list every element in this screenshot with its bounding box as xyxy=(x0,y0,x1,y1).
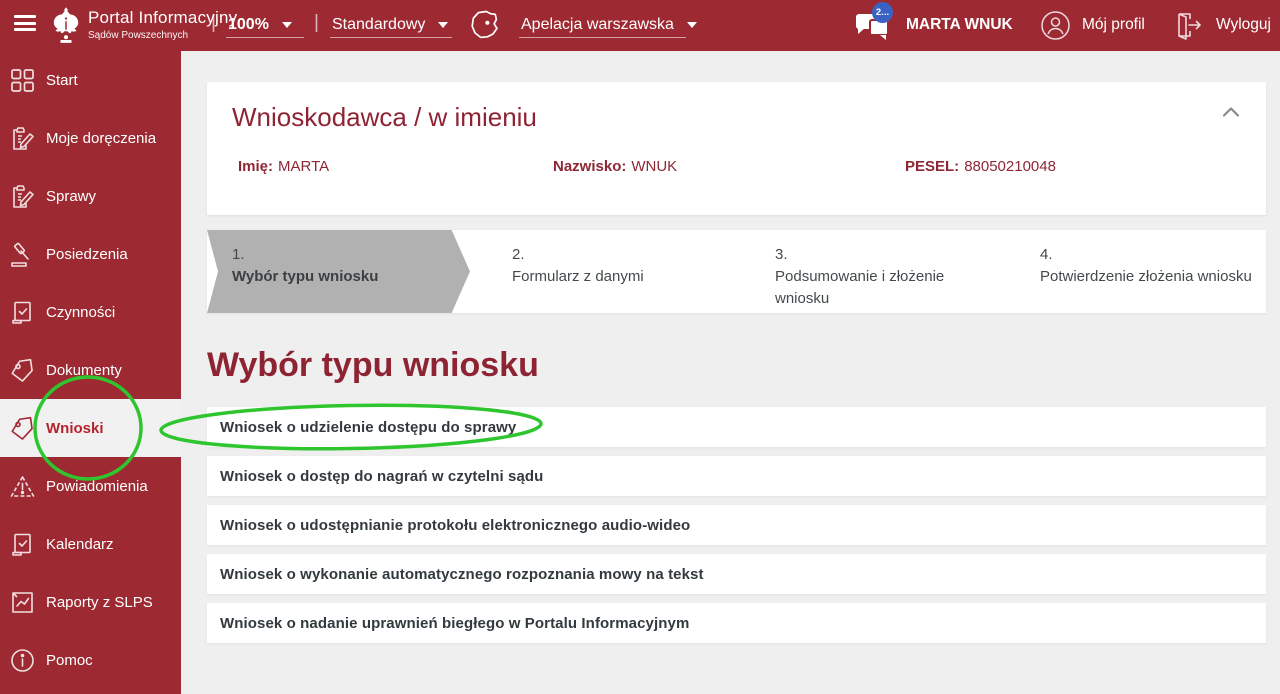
document-check-icon xyxy=(9,531,36,558)
option-wniosek-o-uprawnienia-bieglego[interactable]: Wniosek o nadanie uprawnień biegłego w P… xyxy=(207,603,1266,643)
wizard-step-2: 2. Formularz z danymi xyxy=(512,244,732,288)
wizard-steps: 1. Wybór typu wniosku 2. Formularz z dan… xyxy=(207,230,1266,313)
step-number: 2. xyxy=(512,244,732,266)
wizard-step-1: 1. Wybór typu wniosku xyxy=(232,244,452,288)
clipboard-pencil-icon xyxy=(9,183,36,210)
field-nazwisko: Nazwisko: WNUK xyxy=(553,158,677,175)
zoom-value: 100% xyxy=(228,16,269,34)
option-wniosek-o-udzielenie-dostepu-do-sprawy[interactable]: Wniosek o udzielenie dostępu do sprawy xyxy=(207,407,1266,447)
hamburger-menu-icon[interactable] xyxy=(14,15,36,31)
field-pesel: PESEL: 88050210048 xyxy=(905,158,1056,175)
sidebar-item-label: Posiedzenia xyxy=(46,246,128,263)
option-label: Wniosek o nadanie uprawnień biegłego w P… xyxy=(220,615,689,632)
wizard-step-4: 4. Potwierdzenie złożenia wniosku xyxy=(1040,244,1270,288)
tag-icon xyxy=(9,357,36,384)
sidebar-item-label: Sprawy xyxy=(46,188,96,205)
option-label: Wniosek o udzielenie dostępu do sprawy xyxy=(220,419,516,436)
option-label: Wniosek o udostępnianie protokołu elektr… xyxy=(220,517,690,534)
option-label: Wniosek o wykonanie automatycznego rozpo… xyxy=(220,566,704,583)
chevron-down-icon xyxy=(438,22,448,28)
sidebar-item-label: Powiadomienia xyxy=(46,478,148,495)
profile-icon xyxy=(1040,10,1071,41)
step-label: Potwierdzenie złożenia wniosku xyxy=(1040,268,1252,285)
sidebar-item-label: Czynności xyxy=(46,304,115,321)
info-circle-icon xyxy=(9,647,36,674)
tag-icon xyxy=(9,415,36,442)
profile-label: Mój profil xyxy=(1082,16,1145,34)
option-label: Wniosek o dostęp do nagrań w czytelni są… xyxy=(220,468,543,485)
gavel-icon xyxy=(9,241,36,268)
header-separator: | xyxy=(314,12,319,34)
header-separator: | xyxy=(211,12,216,34)
logout-icon xyxy=(1173,9,1205,41)
logout-button[interactable]: Wyloguj xyxy=(1173,6,1271,44)
profile-button[interactable]: Mój profil xyxy=(1040,6,1145,44)
clipboard-pencil-icon xyxy=(9,125,36,152)
sidebar-nav: Start Moje doręczenia Sprawy xyxy=(0,51,181,694)
sidebar-item-label: Wnioski xyxy=(46,420,104,437)
messages-icon: 2... xyxy=(856,8,894,42)
top-header: Portal Informacyjny Sądów Powszechnych |… xyxy=(0,0,1280,51)
region-value: Apelacja warszawska xyxy=(521,16,674,34)
chevron-down-icon xyxy=(687,22,697,28)
wizard-step-3: 3. Podsumowanie i złożenie wniosku xyxy=(775,244,955,310)
applicant-panel: Wnioskodawca / w imieniu Imię: MARTA Nazw… xyxy=(207,82,1266,215)
grid-icon xyxy=(9,67,36,94)
sidebar-item-posiedzenia[interactable]: Posiedzenia xyxy=(0,225,181,283)
chevron-down-icon xyxy=(282,22,292,28)
document-check-icon xyxy=(9,299,36,326)
sidebar-item-label: Pomoc xyxy=(46,652,93,669)
field-label: Nazwisko: xyxy=(553,158,626,175)
option-wniosek-o-udostepnianie-protokolu[interactable]: Wniosek o udostępnianie protokołu elektr… xyxy=(207,505,1266,545)
eagle-emblem-icon xyxy=(51,4,81,46)
step-number: 3. xyxy=(775,244,955,266)
field-value: WNUK xyxy=(631,158,677,175)
field-label: Imię: xyxy=(238,158,273,175)
messages-badge: 2... xyxy=(872,2,893,23)
logout-label: Wyloguj xyxy=(1216,16,1271,34)
warning-triangle-icon xyxy=(9,473,36,500)
sidebar-item-czynnosci[interactable]: Czynności xyxy=(0,283,181,341)
user-name: MARTA WNUK xyxy=(906,16,1013,34)
sidebar-item-label: Kalendarz xyxy=(46,536,114,553)
poland-map-icon xyxy=(466,7,502,43)
sidebar-item-moje-doreczenia[interactable]: Moje doręczenia xyxy=(0,109,181,167)
collapse-chevron-up-icon[interactable] xyxy=(1222,106,1240,118)
sidebar-item-raporty-z-slps[interactable]: Raporty z SLPS xyxy=(0,573,181,631)
sidebar-item-label: Raporty z SLPS xyxy=(46,594,153,611)
sidebar-item-kalendarz[interactable]: Kalendarz xyxy=(0,515,181,573)
option-wniosek-o-dostep-do-nagran[interactable]: Wniosek o dostęp do nagrań w czytelni są… xyxy=(207,456,1266,496)
region-dropdown[interactable]: Apelacja warszawska xyxy=(521,12,697,38)
step-label: Formularz z danymi xyxy=(512,268,644,285)
step-label: Podsumowanie i złożenie wniosku xyxy=(775,268,944,307)
option-wniosek-o-rozpoznanie-mowy[interactable]: Wniosek o wykonanie automatycznego rozpo… xyxy=(207,554,1266,594)
zoom-underline xyxy=(226,37,304,38)
field-imie: Imię: MARTA xyxy=(238,158,329,175)
sidebar-item-start[interactable]: Start xyxy=(0,51,181,109)
step-number: 1. xyxy=(232,244,452,266)
sidebar-item-sprawy[interactable]: Sprawy xyxy=(0,167,181,225)
chart-icon xyxy=(9,589,36,616)
step-label: Wybór typu wniosku xyxy=(232,268,378,285)
sidebar-item-powiadomienia[interactable]: Powiadomienia xyxy=(0,457,181,515)
sidebar-item-label: Start xyxy=(46,72,78,89)
contrast-underline xyxy=(330,37,452,38)
contrast-value: Standardowy xyxy=(332,16,425,34)
sidebar-item-pomoc[interactable]: Pomoc xyxy=(0,631,181,689)
page-title: Wybór typu wniosku xyxy=(207,346,539,385)
contrast-dropdown[interactable]: Standardowy xyxy=(332,12,448,38)
applicant-panel-title: Wnioskodawca / w imieniu xyxy=(232,102,537,133)
sidebar-item-wnioski[interactable]: Wnioski xyxy=(0,399,181,457)
sidebar-item-dokumenty[interactable]: Dokumenty xyxy=(0,341,181,399)
field-value: 88050210048 xyxy=(964,158,1056,175)
sidebar-item-label: Moje doręczenia xyxy=(46,130,156,147)
messages-button[interactable]: 2... MARTA WNUK xyxy=(856,6,1013,44)
field-value: MARTA xyxy=(278,158,329,175)
region-underline xyxy=(519,37,686,38)
step-number: 4. xyxy=(1040,244,1270,266)
zoom-dropdown[interactable]: 100% xyxy=(228,12,292,38)
field-label: PESEL: xyxy=(905,158,959,175)
sidebar-item-label: Dokumenty xyxy=(46,362,122,379)
